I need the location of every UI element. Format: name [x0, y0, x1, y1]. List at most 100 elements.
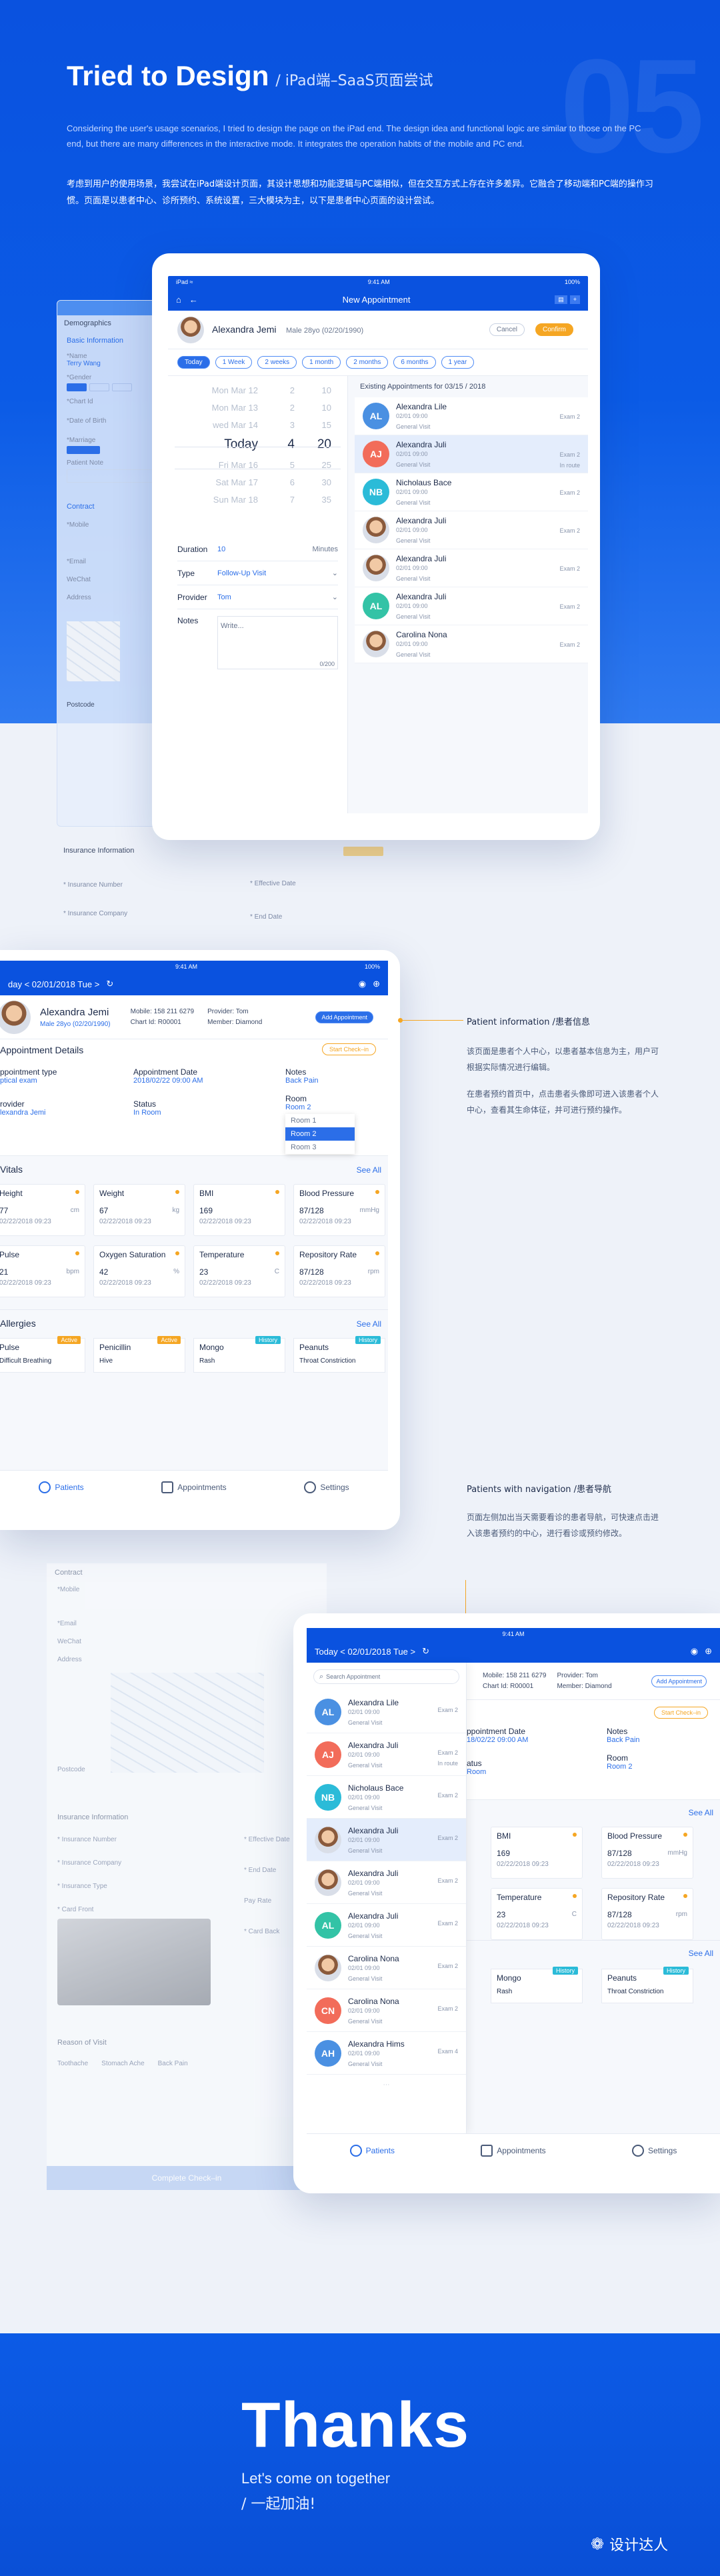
cancel-button[interactable]: Cancel [489, 323, 525, 336]
allergy-card[interactable]: Peanuts Throat Constriction History [601, 1967, 693, 2003]
patient-avatar[interactable] [177, 316, 204, 343]
home-icon[interactable]: ⌂ [176, 295, 181, 305]
appointment-list-item[interactable]: AL Alexandra Lile 02/01 09:00 General Visit… [355, 397, 588, 435]
picker-row[interactable]: wed Mar 14 3 15 [168, 416, 347, 433]
picker-row[interactable]: Mon Mar 12 2 10 [168, 381, 347, 399]
range-6-months[interactable]: 6 months [393, 356, 436, 369]
allergies-see-all-link[interactable]: See All [357, 1319, 381, 1329]
tab-patients[interactable]: Patients [349, 2144, 395, 2157]
refresh-icon[interactable]: ↻ [422, 1646, 429, 1657]
vital-card[interactable]: BMI 169 02/22/2018 09:23 [491, 1827, 583, 1879]
reason-tag[interactable]: Toothache [57, 2060, 88, 2067]
appointment-patient-name: Nicholaus Bace [348, 1783, 404, 1793]
tab-settings[interactable]: Settings [304, 1481, 349, 1493]
card-front-image[interactable] [57, 1919, 211, 2005]
allergies-see-all-link[interactable]: See All [689, 1949, 713, 1958]
appointment-list-item[interactable]: Alexandra Juli 02/01 09:00 General Visit Ex… [355, 549, 588, 587]
vital-timestamp: 02/22/2018 09:23 [99, 1218, 151, 1225]
confirm-button[interactable]: Confirm [535, 323, 573, 336]
vital-card[interactable]: Weight 67 kg 02/22/2018 09:23 [93, 1184, 185, 1236]
provider-select[interactable]: Tom [217, 593, 231, 601]
range-1-year[interactable]: 1 year [441, 356, 475, 369]
notes-textarea[interactable]: Write... 0/200 [217, 616, 338, 669]
appointment-list-item[interactable]: AJ Alexandra Juli 02/01 09:00 General Visit… [307, 1733, 466, 1776]
appointment-list-item[interactable]: AJ Alexandra Juli 02/01 09:00 General Visit… [355, 435, 588, 473]
add-icon[interactable]: + [569, 295, 580, 304]
back-arrow-icon[interactable]: ← [189, 295, 198, 305]
appointment-list-item[interactable]: CN Carolina Nona 02/01 09:00 General Visit E… [307, 1989, 466, 2032]
range-today[interactable]: Today [177, 356, 210, 369]
appointment-list-item[interactable]: AL Alexandra Lile 02/01 09:00 General Visit… [307, 1691, 466, 1733]
start-checkin-button[interactable]: Start Check–in [653, 1707, 708, 1719]
vital-card[interactable]: Pulse 21 bpm 02/22/2018 09:23 [0, 1245, 85, 1297]
tab-patients[interactable]: Patients [39, 1481, 84, 1493]
tab-appointments[interactable]: Appointments [481, 2144, 546, 2157]
allergy-card[interactable]: Penicillin Hive Active [93, 1336, 185, 1373]
room-option[interactable]: Room 1 [285, 1114, 355, 1127]
range-1-week[interactable]: 1 Week [215, 356, 253, 369]
room-select[interactable]: Room 2 [607, 1763, 640, 1771]
appointment-list-item[interactable]: NB Nicholaus Bace 02/01 09:00 General Visit… [355, 473, 588, 511]
refresh-icon[interactable]: ↻ [106, 979, 113, 989]
vital-card[interactable]: BMI 169 02/22/2018 09:23 [193, 1184, 285, 1236]
appointment-time: 02/01 09:00 [348, 1921, 380, 1929]
search-input[interactable]: ⌕ Search Appointment [313, 1669, 459, 1684]
date-time-picker[interactable]: Mon Mar 12 2 10 Mon Mar 13 2 10 wed Mar 14 3 15 T… [168, 376, 347, 529]
allergies-title: Allergies [0, 1318, 36, 1329]
vitals-see-all-link[interactable]: See All [689, 1808, 713, 1817]
allergy-card[interactable]: Mongo Rash History [193, 1336, 285, 1373]
reason-tag[interactable]: Stomach Ache [101, 2060, 144, 2067]
add-appointment-button[interactable]: Add Appointment [651, 1675, 707, 1687]
appointment-list-item[interactable]: Alexandra Juli 02/01 09:00 General Visit Ex… [355, 511, 588, 549]
room-select[interactable]: Room 2 [285, 1103, 359, 1111]
add-circle-icon[interactable]: ⊕ [373, 979, 380, 989]
vital-card[interactable]: Blood Pressure 87/128 mmHg 02/22/2018 09:23 [293, 1184, 385, 1236]
tab-settings[interactable]: Settings [631, 2144, 677, 2157]
chevron-down-icon[interactable]: ⌄ [332, 593, 338, 601]
appointment-list-item[interactable]: Alexandra Juli 02/01 09:00 General Visit Ex… [307, 1861, 466, 1904]
reason-tag[interactable]: Back Pain [158, 2060, 188, 2067]
allergy-card[interactable]: Peanuts Throat Constriction History [293, 1336, 385, 1373]
picker-row[interactable]: Mon Mar 13 2 10 [168, 399, 347, 416]
tab-appointments[interactable]: Appointments [161, 1481, 227, 1493]
range-2-weeks[interactable]: 2 weeks [257, 356, 297, 369]
duration-value[interactable]: 10 [217, 545, 225, 553]
vital-card[interactable]: Oxygen Saturation 42% 02/22/2018 09:23 [93, 1245, 185, 1297]
user-icon[interactable]: ◉ [359, 979, 366, 989]
vital-card[interactable]: Repository Rate 87/128 rpm 02/22/2018 09:23 [293, 1245, 385, 1297]
add-appointment-button[interactable]: Add Appointment [315, 1011, 373, 1023]
picker-row[interactable]: Sun Mar 18 7 35 [168, 491, 347, 508]
vitals-see-all-link[interactable]: See All [357, 1165, 381, 1175]
vital-title: Pulse [0, 1250, 20, 1259]
vital-card[interactable]: Height 77 cm 02/22/2018 09:23 [0, 1184, 85, 1236]
user-icon[interactable]: ◉ [691, 1646, 698, 1657]
allergy-card[interactable]: Mongo Rash History [491, 1967, 583, 2003]
range-1-month[interactable]: 1 month [302, 356, 341, 369]
vital-card[interactable]: Temperature 23 C 02/22/2018 09:23 [491, 1888, 583, 1940]
appointment-list-item[interactable]: AL Alexandra Juli 02/01 09:00 General Visit… [307, 1904, 466, 1947]
type-select[interactable]: Follow-Up Visit [217, 569, 266, 577]
date-navigator[interactable]: Today < 02/01/2018 Tue > [315, 1647, 415, 1657]
appointment-list-item[interactable]: Carolina Nona 02/01 09:00 General Visit Exa… [307, 1947, 466, 1989]
vital-card[interactable]: Repository Rate 87/128 rpm 02/22/2018 09:23 [601, 1888, 693, 1940]
chevron-down-icon[interactable]: ⌄ [332, 569, 338, 577]
pdf-icon[interactable]: ▤ [555, 295, 567, 304]
appointment-list-item[interactable]: NB Nicholaus Bace 02/01 09:00 General Visit… [307, 1776, 466, 1819]
appointment-list-item[interactable]: AH Alexandra Hims 02/01 09:00 General Visit… [307, 2032, 466, 2075]
room-option-selected[interactable]: Room 2 [285, 1127, 355, 1141]
appointment-list-item[interactable]: Carolina Nona 02/01 09:00 General Visit Exa… [355, 625, 588, 663]
date-navigator[interactable]: day < 02/01/2018 Tue > [8, 979, 99, 989]
start-checkin-button[interactable]: Start Check–in [321, 1043, 376, 1055]
room-option[interactable]: Room 3 [285, 1141, 355, 1154]
complete-checkin-button[interactable]: Complete Check–in [47, 2166, 327, 2190]
appointment-list-item[interactable]: Alexandra Juli 02/01 09:00 General Visit Ex… [307, 1819, 466, 1861]
vital-card[interactable]: Blood Pressure 87/128 mmHg 02/22/2018 09:23 [601, 1827, 693, 1879]
picker-row[interactable]: Sat Mar 17 6 30 [168, 473, 347, 491]
add-circle-icon[interactable]: ⊕ [705, 1646, 712, 1657]
vital-card[interactable]: Temperature 23 C 02/22/2018 09:23 [193, 1245, 285, 1297]
allergy-card[interactable]: Pulse Difficult Breathing Active [0, 1336, 85, 1373]
range-2-months[interactable]: 2 months [346, 356, 389, 369]
appointment-list-item[interactable]: AL Alexandra Juli 02/01 09:00 General Visit… [355, 587, 588, 625]
hero-english-description: Considering the user's usage scenarios, … [67, 123, 641, 149]
patient-avatar[interactable] [0, 1000, 31, 1034]
